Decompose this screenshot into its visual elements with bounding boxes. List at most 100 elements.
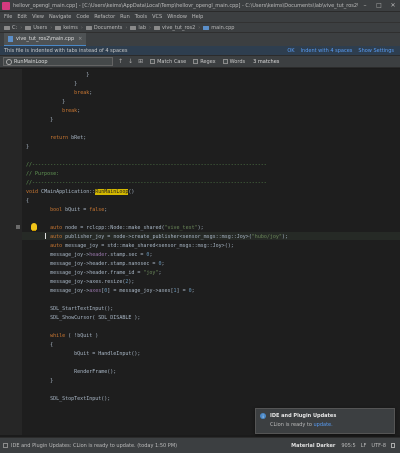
code-line[interactable]: }	[26, 80, 77, 88]
tab-label: vive_tut_ros2\main.cpp	[16, 36, 75, 42]
maximize-button[interactable]: □	[372, 0, 386, 12]
words-option[interactable]: Words	[222, 59, 245, 65]
code-line[interactable]: message_joy->header.stamp.nanosec = 0;	[26, 260, 164, 268]
code-line[interactable]: while ( !bQuit )	[26, 332, 98, 340]
menu-bar: File Edit View Navigate Code Refactor Ru…	[0, 12, 400, 22]
lock-icon[interactable]	[391, 443, 395, 448]
code-line[interactable]: SDL_ShowCursor( SDL_DISABLE );	[26, 314, 140, 322]
tab-main-cpp[interactable]: vive_tut_ros2\main.cpp ×	[4, 33, 87, 47]
code-line[interactable]: }	[26, 116, 53, 124]
code-line[interactable]	[26, 215, 38, 223]
code-line[interactable]: }	[26, 98, 65, 106]
regex-option[interactable]: Regex	[193, 59, 216, 65]
find-bar: ↑ ↓ ⊞ Match Case Regex Words 3 matches	[0, 56, 400, 68]
code-line[interactable]: //--------------------------------------…	[26, 161, 267, 169]
menu-view[interactable]: View	[32, 14, 44, 20]
code-line[interactable]: break;	[26, 107, 80, 115]
code-line[interactable]: auto node = rclcpp::Node::make_shared("v…	[26, 224, 204, 232]
breadcrumb-item[interactable]: main.cpp	[203, 25, 234, 31]
code-token: false	[89, 207, 105, 213]
fold-marker-icon[interactable]	[16, 225, 20, 229]
code-token: bRet;	[68, 135, 87, 141]
find-all-icon[interactable]: ⊞	[138, 58, 143, 65]
code-line[interactable]: //--------------------------------------…	[26, 179, 267, 187]
code-token: ;	[89, 90, 93, 96]
breadcrumb-item[interactable]: vive_tut_ros2 ›	[154, 25, 203, 31]
code-token: CMainApplication::	[38, 189, 96, 195]
code-token: {	[26, 342, 54, 348]
close-tab-icon[interactable]: ×	[78, 36, 82, 42]
indent-spaces-link[interactable]: Indent with 4 spaces	[301, 48, 353, 54]
cursor-position[interactable]: 905:5	[341, 443, 355, 449]
next-match-icon[interactable]: ↓	[128, 58, 133, 65]
menu-navigate[interactable]: Navigate	[49, 14, 71, 20]
code-token: ( !bQuit )	[65, 333, 99, 339]
code-line[interactable]: }	[26, 71, 89, 79]
code-line[interactable]: auto message_joy = std::make_shared<sens…	[26, 242, 234, 250]
menu-edit[interactable]: Edit	[17, 14, 27, 20]
code-line[interactable]: }	[26, 377, 53, 385]
code-token: return	[50, 135, 69, 141]
folder-icon	[85, 25, 92, 30]
code-line[interactable]: bool bQuit = false;	[26, 206, 107, 214]
ok-link[interactable]: OK	[287, 48, 294, 54]
code-token: ;	[104, 207, 108, 213]
minimize-button[interactable]: –	[358, 0, 372, 12]
editor-gutter[interactable]	[0, 69, 22, 435]
search-input[interactable]	[14, 58, 104, 65]
code-line[interactable]: {	[26, 341, 53, 349]
menu-help[interactable]: Help	[192, 14, 203, 20]
theme-indicator[interactable]: Material Darker	[291, 443, 335, 449]
line-separator[interactable]: LF	[361, 443, 367, 449]
code-line[interactable]: auto publisher_joy = node->create_publis…	[26, 233, 288, 241]
file-encoding[interactable]: UTF-8	[371, 443, 386, 449]
update-notification-popup[interactable]: i IDE and Plugin Updates CLion is ready …	[255, 408, 395, 434]
code-token: ;	[191, 288, 195, 294]
status-message[interactable]: IDE and Plugin Updates: CLion is ready t…	[11, 443, 291, 449]
code-token: bQuit = HandleInput();	[26, 351, 141, 357]
menu-vcs[interactable]: VCS	[152, 14, 162, 20]
code-line[interactable]: {	[26, 197, 29, 205]
menu-window[interactable]: Window	[167, 14, 187, 20]
code-token: message_joy->	[26, 252, 90, 258]
menu-run[interactable]: Run	[120, 14, 130, 20]
breadcrumb-item[interactable]: keims ›	[55, 25, 86, 31]
update-link[interactable]: update.	[313, 422, 332, 428]
folder-icon	[55, 25, 62, 30]
code-line[interactable]: message_joy->axes.resize(2);	[26, 278, 134, 286]
breadcrumb-item[interactable]: lab ›	[130, 25, 154, 31]
code-line[interactable]: message_joy->header.stamp.sec = 0;	[26, 251, 152, 259]
breadcrumb-label: vive_tut_ros2	[162, 24, 196, 31]
code-line[interactable]: message_joy->axes[0] = message_joy->axes…	[26, 287, 195, 295]
code-line[interactable]: void CMainApplication::RunMainLoop()	[26, 188, 134, 196]
breadcrumb-item[interactable]: Documents ›	[85, 25, 131, 31]
breadcrumb-item[interactable]: Users ›	[25, 25, 55, 31]
code-line[interactable]: return bRet;	[26, 134, 86, 142]
menu-tools[interactable]: Tools	[135, 14, 147, 20]
code-line[interactable]: }	[26, 143, 29, 151]
code-token: );	[197, 225, 204, 231]
close-button[interactable]: ✕	[386, 0, 400, 12]
breadcrumb-label: main.cpp	[211, 24, 235, 31]
editor-tab-bar: vive_tut_ros2\main.cpp ×	[0, 32, 400, 47]
code-line[interactable]: break;	[26, 89, 92, 97]
match-case-option[interactable]: Match Case	[150, 59, 186, 65]
popup-body-text: CLion is ready to	[270, 422, 314, 428]
code-line[interactable]: bQuit = HandleInput();	[26, 350, 140, 358]
code-token: while	[50, 333, 66, 339]
code-line[interactable]: SDL_StartTextInput();	[26, 305, 113, 313]
menu-refactor[interactable]: Refactor	[94, 14, 115, 20]
breadcrumb-item[interactable]: C: ›	[4, 25, 25, 31]
code-line[interactable]: SDL_StopTextInput();	[26, 395, 110, 403]
show-settings-link[interactable]: Show Settings	[358, 48, 394, 54]
menu-code[interactable]: Code	[76, 14, 89, 20]
previous-match-icon[interactable]: ↑	[118, 58, 123, 65]
code-line[interactable]: RenderFrame();	[26, 368, 116, 376]
menu-file[interactable]: File	[4, 14, 12, 20]
event-log-icon[interactable]	[3, 443, 8, 448]
code-line[interactable]: message_joy->header.frame_id = "joy";	[26, 269, 161, 277]
code-line[interactable]: // Purpose:	[26, 170, 59, 178]
code-editor[interactable]: } } break; } break; } return bRet;} //---…	[0, 69, 400, 435]
separator-icon: ›	[198, 24, 201, 31]
